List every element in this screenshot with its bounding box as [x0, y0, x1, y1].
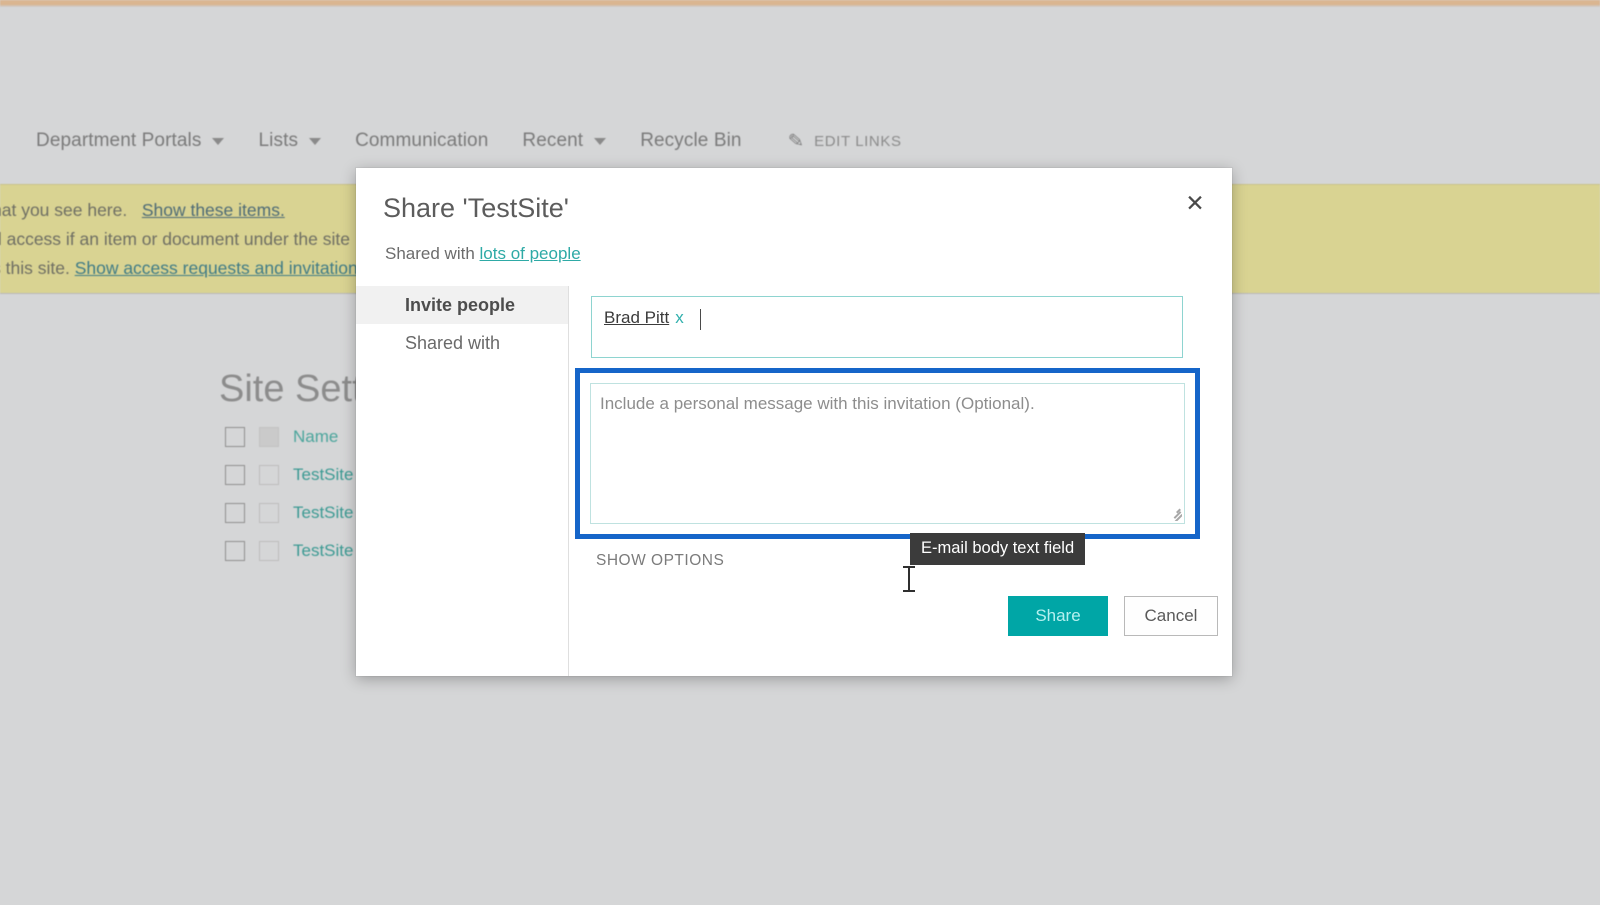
nav-label: Recent	[522, 130, 584, 151]
row-select-checkbox[interactable]	[225, 503, 245, 523]
status-line-1-text: hat you see here.	[0, 200, 128, 220]
mouse-cursor-ibeam	[903, 566, 915, 592]
cancel-button[interactable]: Cancel	[1124, 596, 1218, 636]
nav-item-lists[interactable]: Lists	[258, 130, 322, 152]
column-header-name[interactable]: Name	[293, 427, 338, 447]
tab-label: Invite people	[405, 294, 516, 315]
show-these-items-link[interactable]: Show these items.	[142, 200, 285, 220]
chevron-down-icon[interactable]	[594, 137, 607, 145]
site-list: Name TestSite TestSite TestSite	[225, 418, 353, 570]
row-type-icon	[259, 465, 279, 485]
show-access-requests-link[interactable]: Show access requests and invitation	[75, 258, 358, 278]
dialog-tab-rail: Invite people Shared with	[356, 286, 569, 676]
page-title: Site Sett	[219, 368, 363, 410]
status-line-2-text: d access if an item or document under th…	[0, 229, 350, 249]
row-type-icon	[259, 541, 279, 561]
edit-links-button[interactable]: ✎ EDIT LINKS	[786, 129, 902, 153]
shared-with-prefix: Shared with	[385, 244, 475, 263]
table-header-row: Name	[225, 418, 353, 456]
row-select-checkbox[interactable]	[225, 465, 245, 485]
dialog-title: Share 'TestSite'	[383, 193, 569, 223]
email-body-highlight-box: Include a personal message with this inv…	[575, 368, 1200, 539]
top-navigation: Department Portals Lists Communication R…	[0, 120, 1600, 162]
text-caret	[699, 309, 702, 330]
nav-label: Lists	[258, 130, 299, 151]
people-picker-input[interactable]: Brad Pitt x	[591, 296, 1183, 358]
dialog-body: Brad Pitt x Include a personal message w…	[570, 286, 1232, 676]
row-name-link[interactable]: TestSite	[293, 503, 353, 523]
remove-recipient-icon[interactable]: x	[675, 308, 684, 328]
nav-label: Recycle Bin	[640, 130, 742, 151]
nav-item-communication[interactable]: Communication	[355, 130, 488, 152]
tab-label: Shared with	[405, 332, 501, 353]
nav-item-recycle-bin[interactable]: Recycle Bin	[640, 130, 741, 152]
select-all-checkbox[interactable]	[225, 427, 245, 447]
chevron-down-icon[interactable]	[212, 137, 225, 145]
show-options-link[interactable]: SHOW OPTIONS	[596, 552, 724, 570]
close-icon[interactable]: ✕	[1180, 188, 1210, 218]
shared-with-summary: Shared with lots of people	[385, 244, 581, 264]
share-button[interactable]: Share	[1008, 596, 1108, 636]
tab-shared-with[interactable]: Shared with	[356, 324, 568, 362]
table-row[interactable]: TestSite	[225, 532, 353, 570]
share-dialog: ✕ Share 'TestSite' Shared with lots of p…	[356, 168, 1232, 676]
top-accent-strip	[0, 0, 1600, 7]
table-row[interactable]: TestSite	[225, 456, 353, 494]
dialog-button-row: Share Cancel	[1008, 596, 1218, 636]
lots-of-people-link[interactable]: lots of people	[480, 244, 581, 263]
nav-item-department-portals[interactable]: Department Portals	[36, 130, 225, 152]
column-type-icon	[259, 427, 279, 447]
row-name-link[interactable]: TestSite	[293, 465, 353, 485]
recipient-chip-name: Brad Pitt	[604, 308, 670, 327]
row-select-checkbox[interactable]	[225, 541, 245, 561]
tab-invite-people[interactable]: Invite people	[356, 286, 568, 324]
chevron-down-icon[interactable]	[309, 137, 322, 145]
edit-links-label: EDIT LINKS	[814, 132, 902, 150]
row-name-link[interactable]: TestSite	[293, 541, 353, 561]
pencil-icon: ✎	[786, 129, 805, 153]
email-body-placeholder: Include a personal message with this inv…	[600, 394, 1035, 413]
resize-handle[interactable]	[1168, 507, 1182, 521]
nav-label: Department Portals	[36, 130, 202, 151]
nav-item-recent[interactable]: Recent	[522, 130, 607, 152]
tooltip-email-body-text-field: E-mail body text field	[910, 533, 1086, 565]
email-body-text-field[interactable]: Include a personal message with this inv…	[590, 383, 1185, 524]
nav-label: Communication	[355, 130, 489, 151]
table-row[interactable]: TestSite	[225, 494, 353, 532]
status-line-3-text: s this site.	[0, 258, 70, 278]
row-type-icon	[259, 503, 279, 523]
